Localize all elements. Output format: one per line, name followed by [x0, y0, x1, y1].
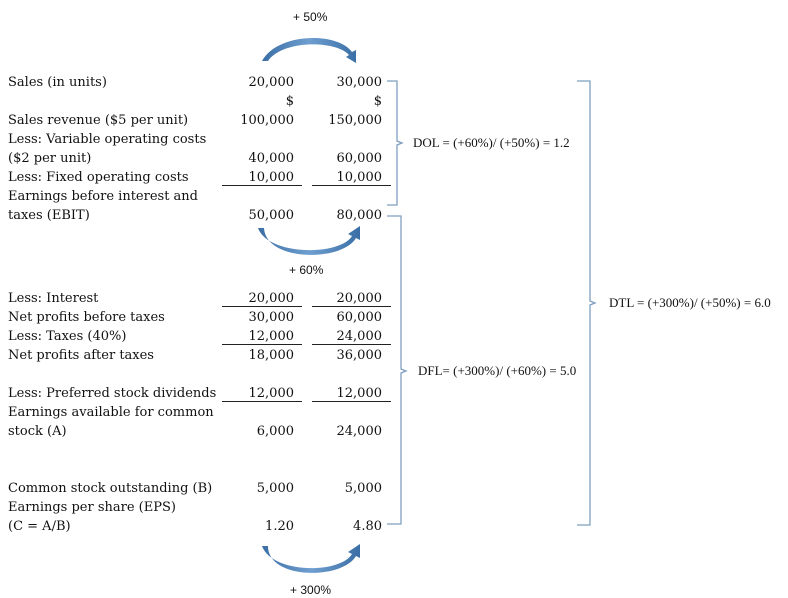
- subtotal-underline: [222, 401, 302, 402]
- subtotal-underline: [222, 185, 302, 186]
- row-label: Net profits before taxes: [8, 310, 165, 325]
- dtl-formula: DTL = (+300%)/ (+50%) = 6.0: [609, 295, 771, 310]
- row-label: Earnings per share (EPS): [8, 500, 176, 515]
- value-new: 24,000: [336, 424, 383, 439]
- row-label: Less: Fixed operating costs: [8, 170, 189, 185]
- sales-change-label: + 50%: [293, 10, 328, 24]
- curved-arrow-sales: [262, 37, 356, 63]
- dfl-formula: DFL= (+300%)/ (+60%) = 5.0: [418, 363, 577, 378]
- curved-arrow-ebit: [258, 226, 360, 255]
- row-label: Less: Taxes (40%): [8, 329, 127, 344]
- subtotal-underline: [222, 306, 302, 307]
- value-base: 6,000: [256, 424, 294, 439]
- value-new: 60,000: [336, 310, 383, 325]
- value-base: 40,000: [248, 151, 295, 166]
- value-base: 50,000: [248, 208, 295, 223]
- dol-formula: DOL = (+60%)/ (+50%) = 1.2: [413, 135, 570, 150]
- value-new: 150,000: [328, 113, 382, 128]
- row-label: ($2 per unit): [8, 151, 92, 166]
- currency-symbol: $: [285, 94, 294, 109]
- value-new: 30,000: [336, 75, 383, 90]
- row-label: (C = A/B): [8, 519, 71, 534]
- row-label: taxes (EBIT): [8, 208, 90, 223]
- value-new: 4.80: [353, 519, 382, 534]
- value-new: 5,000: [344, 481, 382, 496]
- subtotal-underline: [312, 401, 391, 402]
- row-label: Sales revenue ($5 per unit): [8, 113, 189, 128]
- curved-arrow-eps: [262, 544, 360, 573]
- dtl-bracket: [577, 80, 597, 526]
- row-label: Common stock outstanding (B): [8, 481, 213, 496]
- row-label: stock (A): [8, 424, 67, 439]
- currency-symbol: $: [373, 94, 382, 109]
- value-new: 80,000: [336, 208, 383, 223]
- value-new: 60,000: [336, 151, 383, 166]
- subtotal-underline: [312, 185, 391, 186]
- row-label: Earnings available for common: [8, 405, 214, 420]
- value-base: 30,000: [248, 310, 295, 325]
- row-label: Less: Interest: [8, 291, 99, 306]
- subtotal-underline: [312, 306, 391, 307]
- value-base: 5,000: [256, 481, 294, 496]
- row-label: Sales (in units): [8, 75, 107, 90]
- value-base: 20,000: [248, 75, 295, 90]
- dol-bracket: [387, 80, 404, 206]
- row-label: Less: Variable operating costs: [8, 132, 207, 147]
- value-new: 36,000: [336, 348, 383, 363]
- subtotal-underline: [312, 344, 391, 345]
- value-base: 18,000: [248, 348, 295, 363]
- row-label: Net profits after taxes: [8, 348, 154, 363]
- dfl-bracket: [387, 215, 408, 525]
- eps-change-label: + 300%: [290, 583, 332, 597]
- row-label: Earnings before interest and: [8, 189, 199, 204]
- ebit-change-label: + 60%: [289, 263, 324, 277]
- value-base: 1.20: [265, 519, 294, 534]
- value-base: 100,000: [240, 113, 294, 128]
- subtotal-underline: [222, 344, 302, 345]
- row-label: Less: Preferred stock dividends: [8, 386, 217, 401]
